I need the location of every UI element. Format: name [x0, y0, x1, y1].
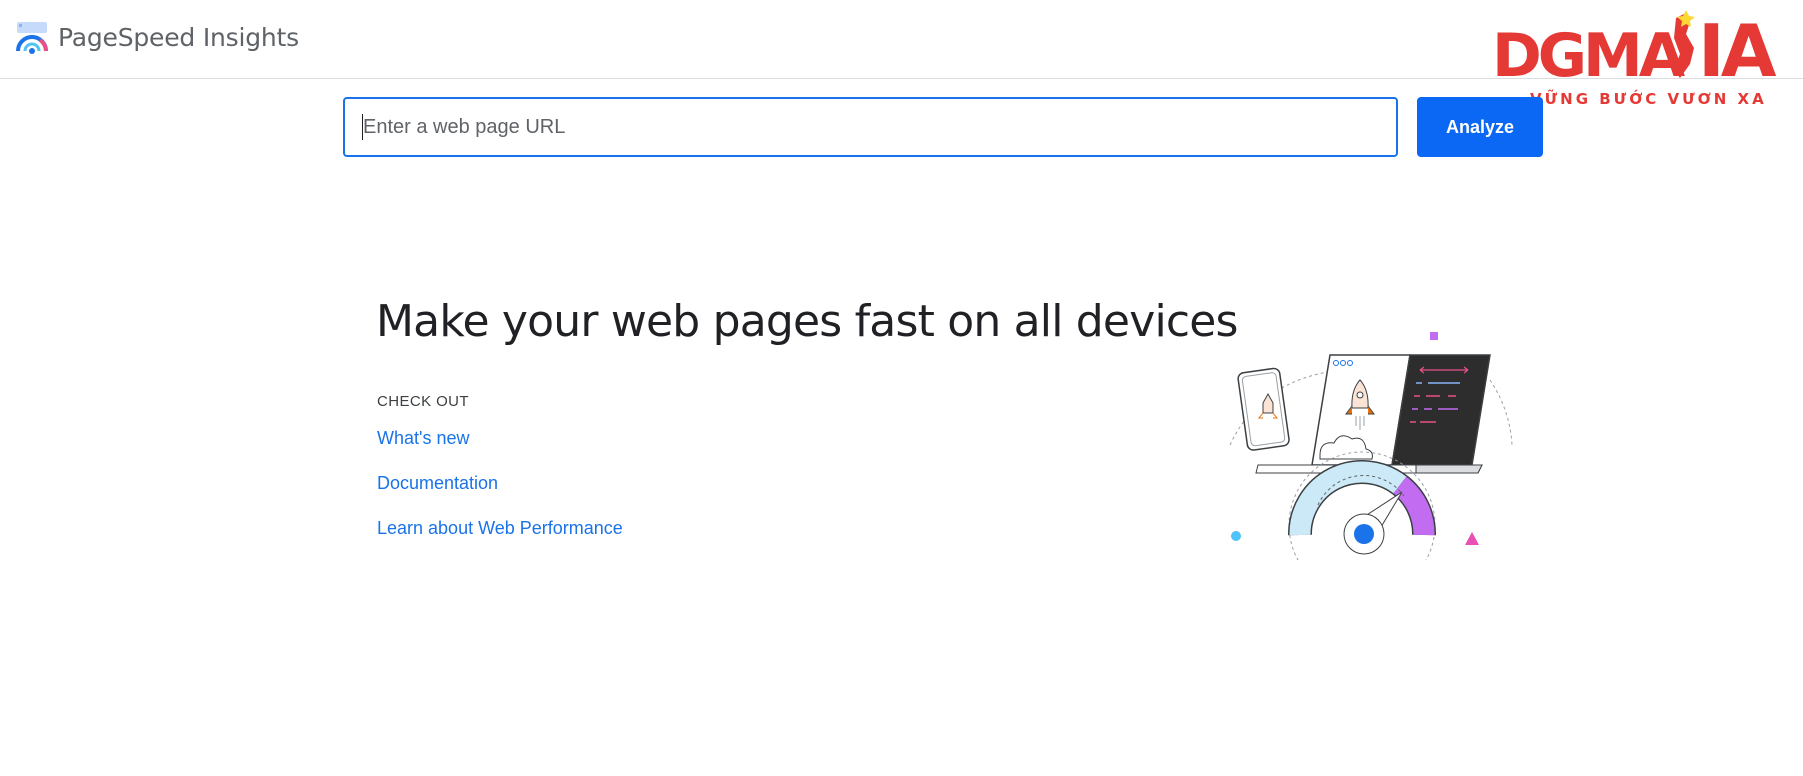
check-out-links: What's new Documentation Learn about Web…: [377, 428, 623, 563]
pagespeed-logo-icon: [16, 22, 48, 54]
devices-speed-illustration-icon: [1229, 332, 1513, 560]
text-caret: [362, 114, 363, 140]
search-row: Analyze: [343, 97, 1543, 157]
analyze-button[interactable]: Analyze: [1417, 97, 1543, 157]
check-out-label: CHECK OUT: [377, 393, 469, 410]
list-item: Learn about Web Performance: [377, 518, 623, 563]
list-item: Documentation: [377, 473, 623, 518]
brand[interactable]: PageSpeed Insights: [16, 20, 299, 54]
whats-new-link[interactable]: What's new: [377, 428, 469, 448]
url-input[interactable]: [343, 97, 1398, 157]
svg-text:IA: IA: [1698, 9, 1777, 88]
dgmasia-watermark: DGMA IA VỮNG BƯỚC VƯƠN XA: [1490, 4, 1800, 108]
svg-text:DGMA: DGMA: [1492, 21, 1686, 88]
dgmasia-logo-icon: DGMA IA: [1492, 9, 1781, 88]
learn-web-performance-link[interactable]: Learn about Web Performance: [377, 518, 623, 538]
documentation-link[interactable]: Documentation: [377, 473, 498, 493]
list-item: What's new: [377, 428, 623, 473]
hero-title: Make your web pages fast on all devices: [376, 296, 1238, 347]
watermark-slogan: VỮNG BƯỚC VƯƠN XA: [1530, 90, 1767, 108]
app-title: PageSpeed Insights: [58, 22, 299, 52]
